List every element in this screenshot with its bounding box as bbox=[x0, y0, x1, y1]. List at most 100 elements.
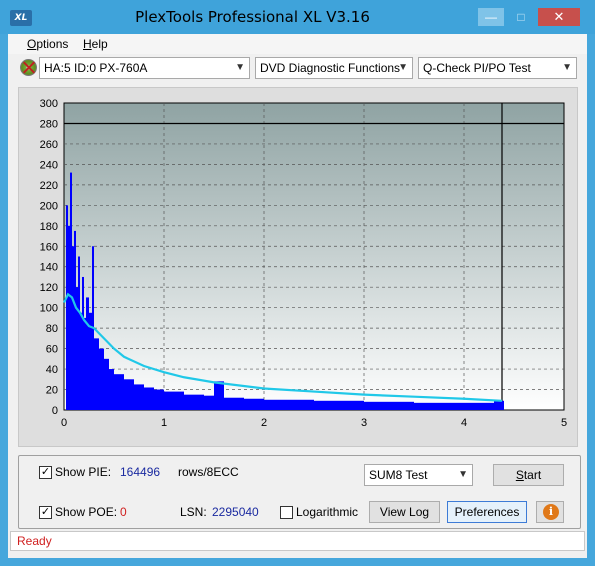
close-icon: ✕ bbox=[553, 9, 565, 24]
preferences-button[interactable]: Preferences bbox=[447, 501, 527, 523]
pie-bar bbox=[134, 384, 144, 410]
show-pie-checkbox[interactable]: ✓ bbox=[39, 466, 52, 479]
pie-bar bbox=[114, 374, 124, 410]
x-tick-label: 5 bbox=[561, 417, 567, 429]
minimize-button[interactable]: — bbox=[478, 8, 504, 26]
maximize-icon: □ bbox=[517, 10, 525, 24]
info-icon: i bbox=[543, 504, 559, 520]
test-select-value: Q-Check PI/PO Test bbox=[423, 61, 531, 75]
pie-bar bbox=[74, 230, 76, 410]
pie-bar bbox=[68, 225, 70, 410]
pie-bar bbox=[154, 389, 164, 410]
pie-bar bbox=[164, 391, 184, 410]
minimize-icon: — bbox=[485, 10, 497, 24]
pie-bar bbox=[94, 338, 99, 410]
pie-bar bbox=[264, 399, 314, 410]
show-poe-checkbox[interactable]: ✓ bbox=[39, 506, 52, 519]
chevron-down-icon: ▼ bbox=[458, 469, 468, 480]
y-tick-label: 80 bbox=[46, 323, 58, 335]
y-tick-label: 220 bbox=[40, 180, 58, 192]
pie-bar bbox=[494, 400, 504, 410]
pie-bar bbox=[184, 394, 204, 410]
pie-bar bbox=[204, 395, 214, 410]
function-select[interactable]: DVD Diagnostic Functions ▼ bbox=[255, 57, 413, 79]
logarithmic-label: Logarithmic bbox=[296, 505, 359, 519]
x-tick-label: 3 bbox=[361, 417, 367, 429]
status-bar: Ready bbox=[10, 531, 585, 551]
start-button[interactable]: Start bbox=[493, 464, 564, 486]
y-tick-label: 60 bbox=[46, 344, 58, 356]
y-tick-label: 260 bbox=[40, 139, 58, 151]
pie-unit: rows/8ECC bbox=[178, 465, 239, 479]
y-tick-label: 120 bbox=[40, 282, 58, 294]
lsn-label: LSN: bbox=[180, 505, 207, 519]
status-text: Ready bbox=[17, 534, 52, 548]
pie-bar bbox=[70, 172, 72, 410]
app-window: XL PlexTools Professional XL V3.16 — □ ✕… bbox=[0, 0, 595, 566]
pie-bar bbox=[464, 402, 494, 410]
menu-options[interactable]: Options bbox=[27, 37, 68, 51]
pie-bar bbox=[314, 400, 364, 410]
show-pie-label: Show PIE: bbox=[55, 465, 112, 479]
x-tick-label: 1 bbox=[161, 417, 167, 429]
pie-bar bbox=[78, 256, 80, 410]
test-select[interactable]: Q-Check PI/PO Test ▼ bbox=[418, 57, 577, 79]
pie-bar bbox=[244, 398, 264, 410]
x-tick-label: 0 bbox=[61, 417, 67, 429]
pie-bar bbox=[80, 312, 82, 410]
menu-help[interactable]: Help bbox=[83, 37, 108, 51]
drive-disc-icon bbox=[20, 59, 37, 76]
pie-bar bbox=[104, 358, 109, 410]
pie-value: 164496 bbox=[120, 465, 161, 479]
pie-bar bbox=[224, 397, 244, 410]
checkmark-icon: ✓ bbox=[40, 506, 51, 518]
drive-select[interactable]: HA:5 ID:0 PX-760A ▼ bbox=[39, 57, 250, 79]
view-log-button[interactable]: View Log bbox=[369, 501, 440, 523]
show-poe-label: Show POE: bbox=[55, 505, 118, 519]
pie-bar bbox=[86, 297, 89, 410]
window-title: PlexTools Professional XL V3.16 bbox=[135, 8, 370, 26]
checkmark-icon: ✓ bbox=[40, 466, 51, 478]
start-button-rest: tart bbox=[523, 468, 542, 482]
drive-select-value: HA:5 ID:0 PX-760A bbox=[44, 61, 148, 75]
pie-bar bbox=[84, 317, 86, 410]
client-area: Options Help HA:5 ID:0 PX-760A ▼ DVD Dia… bbox=[8, 34, 587, 558]
y-tick-label: 280 bbox=[40, 118, 58, 130]
info-button[interactable]: i bbox=[536, 501, 564, 523]
sum-test-select[interactable]: SUM8 Test ▼ bbox=[364, 464, 473, 486]
y-tick-label: 300 bbox=[40, 98, 58, 110]
pie-bar bbox=[66, 205, 68, 410]
chevron-down-icon: ▼ bbox=[235, 62, 245, 73]
pie-bar bbox=[414, 402, 464, 410]
y-tick-label: 240 bbox=[40, 159, 58, 171]
poe-value: 0 bbox=[120, 505, 127, 519]
function-select-value: DVD Diagnostic Functions bbox=[260, 61, 401, 75]
close-button[interactable]: ✕ bbox=[538, 8, 580, 26]
lsn-value: 2295040 bbox=[212, 505, 259, 519]
y-tick-label: 200 bbox=[40, 200, 58, 212]
y-tick-label: 0 bbox=[52, 405, 58, 417]
chevron-down-icon: ▼ bbox=[562, 62, 572, 73]
start-button-accel: S bbox=[515, 468, 524, 482]
chart-area: 0 20 40 60 80 100 120 140 160 180 200 220 240 260 280 3… bbox=[18, 87, 578, 447]
y-tick-label: 180 bbox=[40, 221, 58, 233]
y-tick-label: 20 bbox=[46, 385, 58, 397]
pie-bar bbox=[82, 276, 84, 410]
title-bar[interactable]: XL PlexTools Professional XL V3.16 — □ ✕ bbox=[0, 0, 595, 34]
pie-bar bbox=[124, 379, 134, 410]
maximize-button[interactable]: □ bbox=[508, 8, 534, 26]
logarithmic-checkbox[interactable] bbox=[280, 506, 293, 519]
sum-test-value: SUM8 Test bbox=[369, 468, 428, 482]
pie-bar bbox=[144, 387, 154, 410]
chevron-down-icon: ▼ bbox=[398, 62, 408, 73]
y-tick-label: 100 bbox=[40, 303, 58, 315]
pie-bar bbox=[99, 348, 104, 410]
controls-panel: ✓ Show PIE: 164496 rows/8ECC SUM8 Test ▼… bbox=[18, 455, 581, 529]
pie-bar bbox=[109, 369, 114, 410]
pie-bar bbox=[214, 381, 224, 410]
y-tick-label: 140 bbox=[40, 262, 58, 274]
x-tick-label: 4 bbox=[461, 417, 467, 429]
pi-po-chart: 0204060801001201401601802002202402602803… bbox=[40, 98, 567, 429]
pie-bar bbox=[72, 246, 74, 410]
y-tick-label: 40 bbox=[46, 364, 58, 376]
